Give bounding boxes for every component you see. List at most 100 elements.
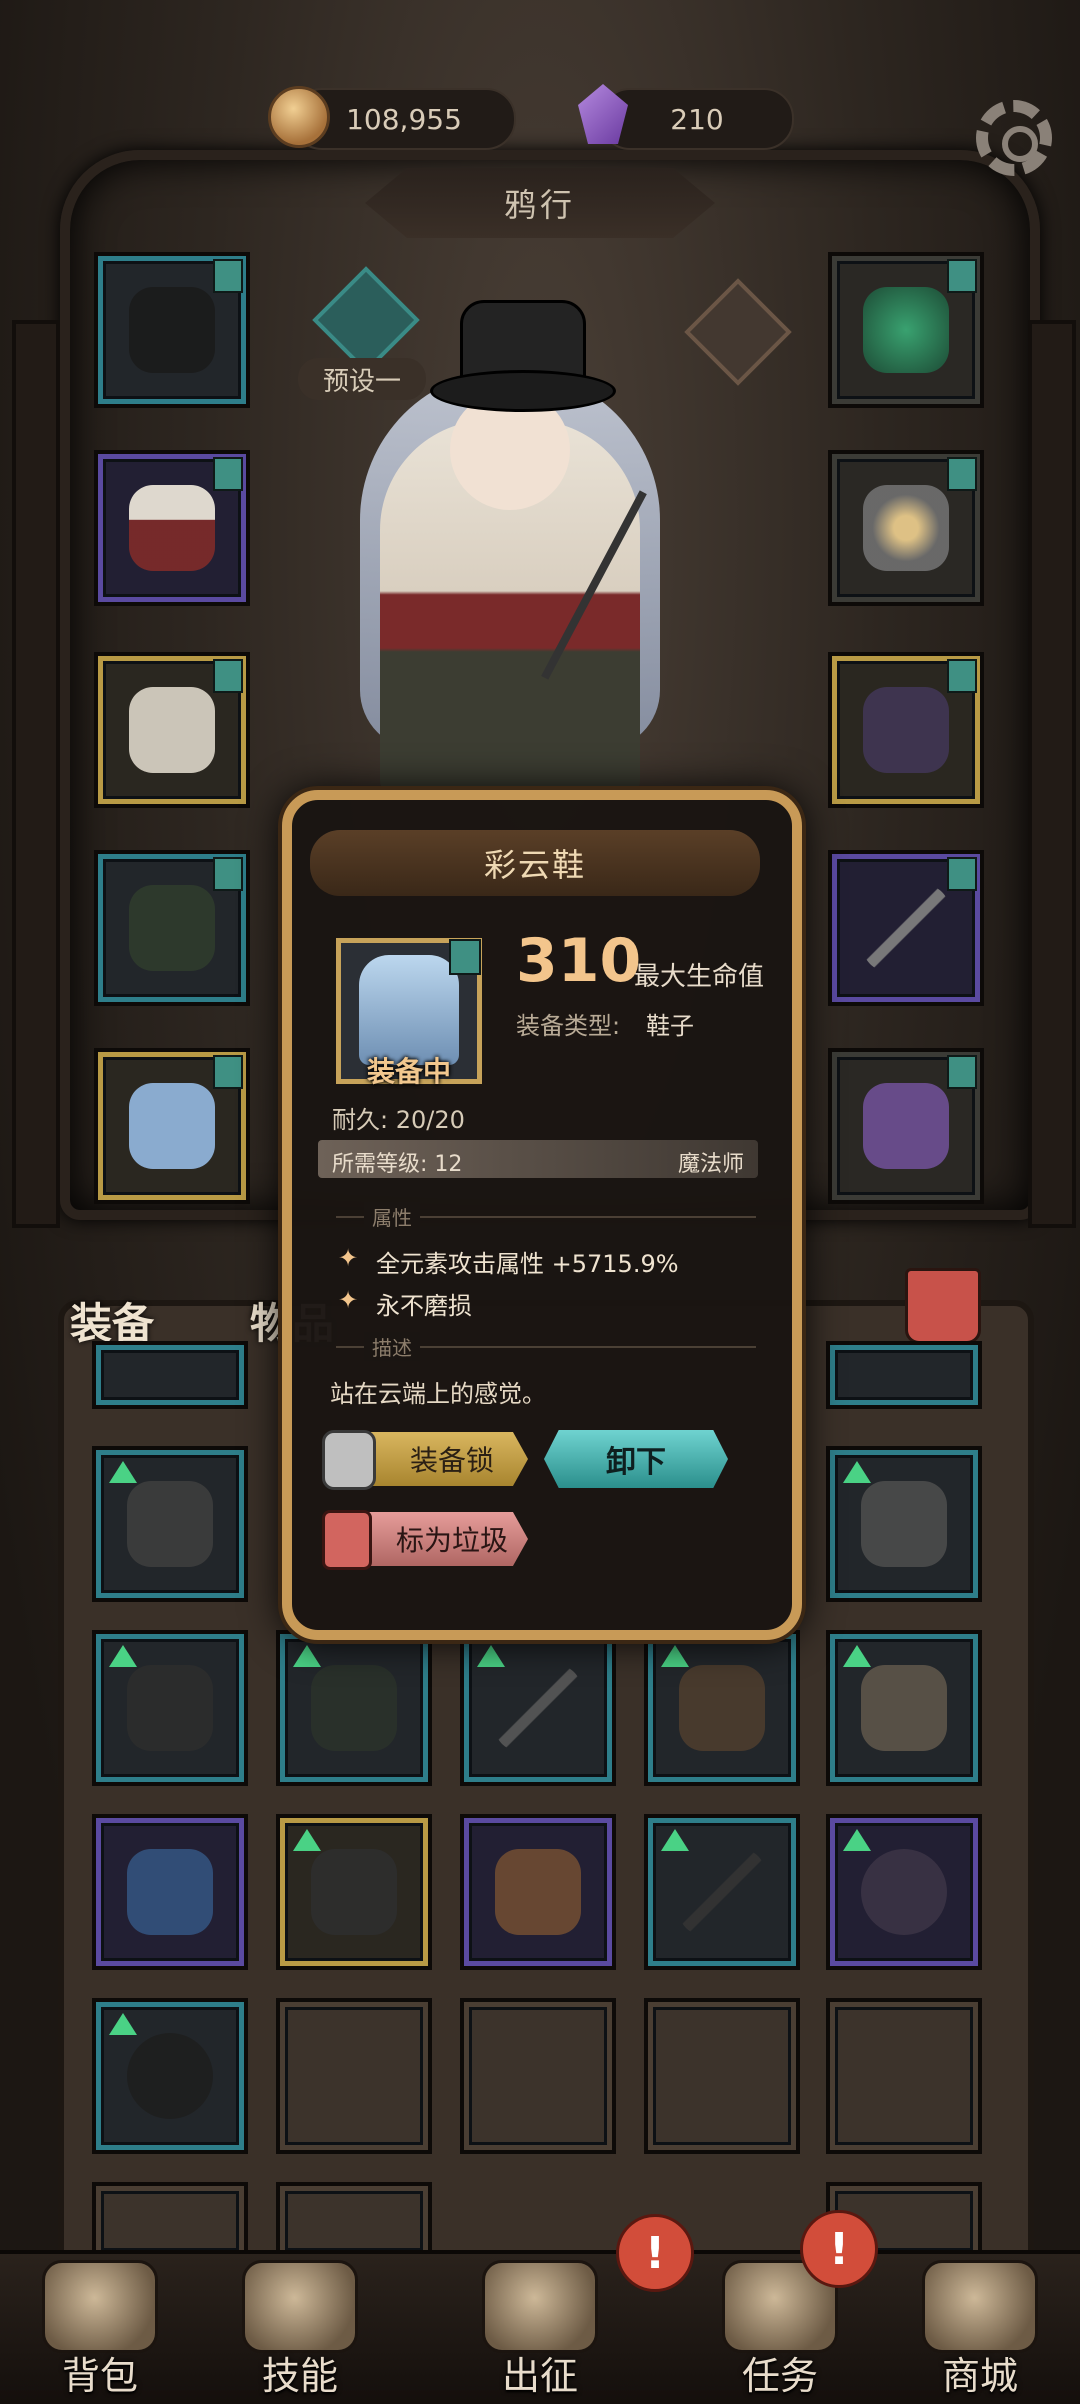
- inventory-slot[interactable]: [96, 1634, 244, 1782]
- necklace-icon: [127, 1665, 213, 1751]
- boots-icon: [495, 1849, 581, 1935]
- ring-icon: [127, 2033, 213, 2119]
- inventory-slot[interactable]: [280, 1818, 428, 1966]
- item-name: 彩云鞋: [483, 846, 586, 884]
- equip-slot-gloves[interactable]: [98, 656, 246, 804]
- gem-amount: 210: [670, 102, 724, 136]
- equip-slot-weapon[interactable]: [832, 854, 980, 1002]
- nav-bag-label: 背包: [61, 2354, 138, 2398]
- equip-slot-armor[interactable]: [98, 454, 246, 602]
- gold-amount: 108,955: [346, 102, 462, 136]
- inventory-slot[interactable]: [280, 1634, 428, 1782]
- bracelet-icon: [863, 687, 949, 773]
- spellbook-icon: [127, 1849, 213, 1935]
- wand-icon: [863, 885, 949, 971]
- lock-tag-icon: [213, 659, 243, 693]
- equip-slot-necklace[interactable]: [832, 256, 980, 404]
- quests-alert-icon: !: [800, 2210, 878, 2288]
- nav-shop[interactable]: 商城: [900, 2260, 1060, 2400]
- lock-tag-icon: [947, 259, 977, 293]
- coin-icon: [268, 86, 330, 148]
- upgrade-arrow-icon: [477, 1645, 505, 1667]
- equip-slot-pants[interactable]: [98, 854, 246, 1002]
- sparkle-bullet-icon: ✦: [338, 1286, 359, 1314]
- settings-gear-icon[interactable]: [976, 100, 1052, 176]
- backpack-icon: [42, 2260, 158, 2353]
- inventory-slot[interactable]: [464, 1818, 612, 1966]
- inventory-slot-empty[interactable]: [648, 2002, 796, 2150]
- main-stat-name: 最大生命值: [634, 962, 765, 992]
- lock-tag-icon: [213, 259, 243, 293]
- inventory-slot[interactable]: [96, 1818, 244, 1966]
- upgrade-arrow-icon: [109, 1645, 137, 1667]
- character-hat-brim: [430, 370, 616, 412]
- equipment-type-label: 装备类型:: [516, 1012, 621, 1040]
- inventory-slot-empty[interactable]: [830, 2002, 978, 2150]
- sword-map-icon: [482, 2260, 598, 2353]
- boots-icon: [129, 1083, 215, 1169]
- wand-icon: [679, 1849, 765, 1935]
- lock-tag-icon: [947, 1055, 977, 1089]
- tab-equipment-label: 装备: [70, 1299, 155, 1348]
- mark-as-junk-label: 标为垃圾: [395, 1524, 508, 1557]
- upgrade-arrow-icon: [843, 1461, 871, 1483]
- gloves-icon: [129, 687, 215, 773]
- unequip-button[interactable]: 卸下: [544, 1430, 728, 1488]
- required-level: 所需等级: 12: [332, 1152, 463, 1177]
- padlock-icon: [322, 1430, 376, 1490]
- bracelet-icon: [311, 1849, 397, 1935]
- inventory-slot-empty[interactable]: [280, 2002, 428, 2150]
- equip-slot-offhand[interactable]: [832, 1052, 980, 1200]
- inventory-slot[interactable]: [648, 1634, 796, 1782]
- equipment-lock-label: 装备锁: [409, 1444, 494, 1477]
- tab-equipment[interactable]: 装备: [70, 1290, 154, 1351]
- nav-expedition[interactable]: 出征: [460, 2260, 620, 2400]
- lock-tag-icon: [947, 857, 977, 891]
- nav-bag[interactable]: 背包: [20, 2260, 180, 2400]
- inventory-slot[interactable]: [96, 1450, 244, 1598]
- inventory-slot[interactable]: [464, 1634, 612, 1782]
- preset-label[interactable]: 预设一: [298, 358, 426, 400]
- wand-icon: [495, 1665, 581, 1751]
- description-section-label: 描述: [364, 1332, 420, 1361]
- inventory-slot[interactable]: [830, 1450, 978, 1598]
- equip-slot-accessory[interactable]: [832, 656, 980, 804]
- equip-slot-hat[interactable]: [98, 256, 246, 404]
- inventory-slot[interactable]: [830, 1345, 978, 1405]
- main-stat-value: 310: [516, 926, 642, 996]
- inventory-slot[interactable]: [830, 1818, 978, 1966]
- equip-slot-ring[interactable]: [832, 454, 980, 602]
- upgrade-arrow-icon: [293, 1829, 321, 1851]
- right-pillar: [1028, 320, 1076, 1228]
- inventory-slot[interactable]: [96, 2002, 244, 2150]
- ring-icon: [863, 485, 949, 571]
- equipment-type-value: 鞋子: [646, 1012, 694, 1040]
- inventory-slot-empty[interactable]: [280, 2186, 428, 2256]
- spellbook-icon: [863, 1083, 949, 1169]
- inventory-slot[interactable]: [96, 1345, 244, 1405]
- inventory-slot-empty[interactable]: [464, 2002, 612, 2150]
- equipped-status: 装备中: [366, 1055, 451, 1088]
- ring-icon: [861, 1849, 947, 1935]
- upgrade-arrow-icon: [109, 1461, 137, 1483]
- top-hat-icon: [129, 287, 215, 373]
- nav-shop-label: 商城: [941, 2354, 1018, 2398]
- sparkle-bullet-icon: ✦: [338, 1244, 359, 1272]
- item-description: 站在云端上的感觉。: [330, 1380, 546, 1408]
- attribute-line: 永不磨损: [376, 1292, 472, 1320]
- ring-icon: [679, 1665, 765, 1751]
- trash-icon[interactable]: [905, 1268, 981, 1344]
- required-class: 魔法师: [677, 1152, 744, 1177]
- inventory-slot[interactable]: [830, 1634, 978, 1782]
- equip-slot-boots[interactable]: [98, 1052, 246, 1200]
- nav-skills-label: 技能: [261, 2354, 338, 2398]
- expedition-alert-icon: !: [616, 2214, 694, 2292]
- necklace-icon: [863, 287, 949, 373]
- nav-skills[interactable]: 技能: [220, 2260, 380, 2400]
- inventory-slot[interactable]: [648, 1818, 796, 1966]
- upgrade-arrow-icon: [843, 1829, 871, 1851]
- left-pillar: [12, 320, 60, 1228]
- attribute-line: 全元素攻击属性 +5715.9%: [376, 1250, 679, 1278]
- skill-card-icon: [242, 2260, 358, 2353]
- inventory-slot-empty[interactable]: [96, 2186, 244, 2256]
